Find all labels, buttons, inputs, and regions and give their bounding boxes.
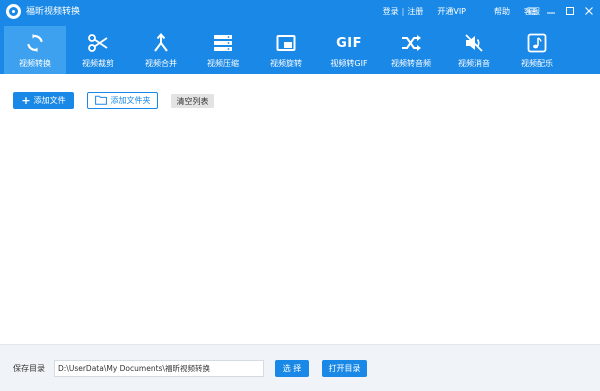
convert-icon: [23, 32, 47, 54]
feature-toolbar: 视频转换 视频裁剪 视频合并 视频压缩 视频旋转 GIF 视频转GIF 视频转音…: [0, 26, 600, 74]
help-link[interactable]: 帮助: [494, 6, 510, 18]
open-directory-button[interactable]: 打开目录: [322, 360, 367, 377]
app-title: 福昕视频转换: [26, 7, 81, 17]
link-separator: |: [401, 7, 405, 16]
shuffle-icon: [399, 32, 423, 54]
tab-video-to-audio[interactable]: 视频转音频: [380, 26, 442, 74]
close-icon[interactable]: [584, 6, 594, 16]
window-controls: [527, 6, 594, 16]
file-list-area[interactable]: [0, 116, 600, 344]
vip-link[interactable]: 开通VIP: [437, 6, 466, 18]
title-bar: 福昕视频转换 登录 | 注册 开通VIP 帮助 客服: [0, 0, 600, 24]
add-folder-button[interactable]: 添加文件夹: [87, 92, 158, 109]
mute-icon: [462, 32, 486, 54]
tab-label: 视频裁剪: [82, 59, 114, 68]
clear-list-button[interactable]: 清空列表: [171, 94, 214, 108]
tab-label: 视频旋转: [270, 59, 302, 68]
music-icon: [525, 32, 549, 54]
maximize-icon[interactable]: [565, 6, 575, 16]
merge-icon: [149, 32, 173, 54]
tab-video-compress[interactable]: 视频压缩: [192, 26, 254, 74]
footer-bar: 保存目录 D:\UserData\My Documents\福昕视频转换 选 择…: [0, 344, 600, 391]
add-folder-label: 添加文件夹: [110, 96, 151, 105]
tab-video-music[interactable]: 视频配乐: [506, 26, 568, 74]
tab-label: 视频转音频: [391, 59, 431, 68]
tab-video-to-gif[interactable]: GIF 视频转GIF: [318, 26, 380, 74]
save-path-field[interactable]: D:\UserData\My Documents\福昕视频转换: [54, 360, 264, 377]
add-file-button[interactable]: + 添加文件: [13, 92, 74, 109]
tab-label: 视频消音: [458, 59, 490, 68]
gif-icon: GIF: [336, 32, 362, 54]
tab-video-convert[interactable]: 视频转换: [4, 26, 66, 74]
scissors-icon: [86, 32, 110, 54]
register-link[interactable]: 注册: [407, 6, 423, 18]
add-file-label: 添加文件: [33, 96, 66, 105]
app-logo-icon: [6, 4, 21, 19]
tab-video-rotate[interactable]: 视频旋转: [255, 26, 317, 74]
folder-icon: [94, 95, 107, 107]
menu-icon[interactable]: [527, 6, 537, 16]
minimize-icon[interactable]: [546, 6, 556, 16]
top-links: 登录 | 注册 开通VIP 帮助 客服: [383, 6, 540, 18]
save-directory-label: 保存目录: [13, 364, 45, 373]
compress-icon: [211, 32, 235, 54]
gif-glyph: GIF: [336, 35, 362, 51]
rotate-icon: [274, 32, 298, 54]
tab-label: 视频转GIF: [330, 59, 368, 68]
select-directory-button[interactable]: 选 择: [275, 360, 309, 377]
tab-label: 视频压缩: [207, 59, 239, 68]
tab-video-merge[interactable]: 视频合并: [130, 26, 192, 74]
plus-icon: +: [21, 93, 31, 107]
app-header: 福昕视频转换 登录 | 注册 开通VIP 帮助 客服: [0, 0, 600, 74]
login-link[interactable]: 登录: [383, 6, 399, 18]
tab-label: 视频合并: [145, 59, 177, 68]
tab-label: 视频转换: [19, 59, 51, 68]
tab-video-mute[interactable]: 视频消音: [443, 26, 505, 74]
tab-video-trim[interactable]: 视频裁剪: [67, 26, 129, 74]
tab-label: 视频配乐: [521, 59, 553, 68]
